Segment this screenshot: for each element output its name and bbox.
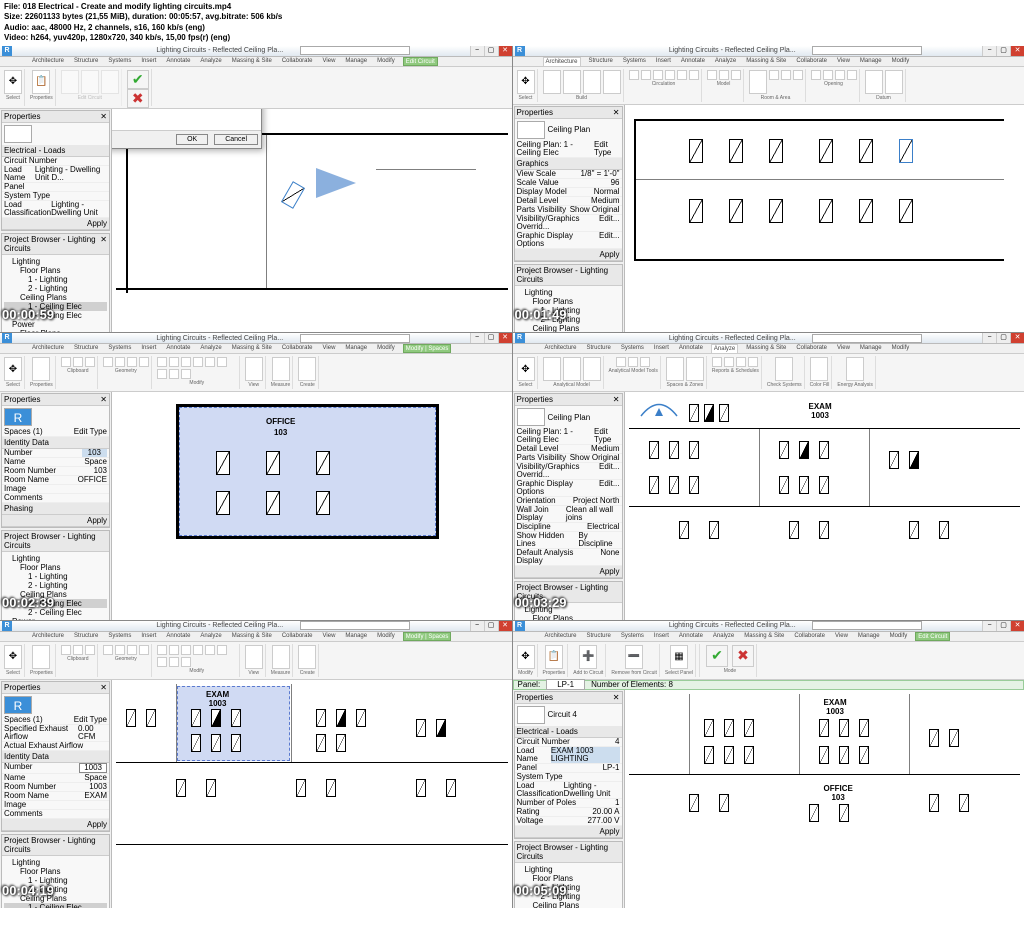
frame-5: RLighting Circuits - Reflected Ceiling P…: [0, 621, 512, 908]
properties-icon[interactable]: 📋: [32, 70, 50, 94]
panel-dropdown[interactable]: LP-1: [546, 679, 585, 690]
add-to-circuit-icon[interactable]: ➕: [579, 645, 597, 669]
doc-title: Lighting Circuits - Reflected Ceiling Pl…: [140, 47, 300, 54]
left-palette: Properties✕ Electrical - Loads Circuit N…: [0, 109, 112, 333]
video-line: Video: h264, yuv420p, 1280x720, 340 kb/s…: [4, 33, 1020, 43]
finish-editing-icon[interactable]: ✔: [706, 645, 728, 667]
modify-icon[interactable]: ✥: [517, 645, 535, 669]
timestamp: 00:00:59: [2, 307, 54, 322]
ok-button[interactable]: OK: [176, 134, 208, 145]
size-line: Size: 22601133 bytes (21,55 MiB), durati…: [4, 12, 1020, 22]
titlebar: R Lighting Circuits - Reflected Ceiling …: [0, 46, 512, 57]
frame-6: RLighting Circuits - Reflected Ceiling P…: [513, 621, 1024, 908]
remove-from-circuit-icon[interactable]: ➖: [625, 645, 643, 669]
app-logo: R: [2, 46, 12, 56]
frame-3: RLighting Circuits - Reflected Ceiling P…: [0, 333, 512, 620]
type-preview: [4, 125, 32, 143]
cancel-button[interactable]: Cancel: [214, 134, 258, 145]
close-button[interactable]: ✕: [498, 46, 512, 56]
frame-1: R Lighting Circuits - Reflected Ceiling …: [0, 46, 512, 333]
audio-line: Audio: aac, 48000 Hz, 2 channels, s16, 1…: [4, 23, 1020, 33]
select-connector-dialog: Select Connector: Emergency Recessed Lig…: [112, 109, 262, 149]
media-info-header: File: 018 Electrical - Create and modify…: [0, 0, 1024, 46]
max-button[interactable]: ▢: [484, 46, 498, 56]
thumbnail-grid: R Lighting Circuits - Reflected Ceiling …: [0, 46, 1024, 908]
modify-icon[interactable]: ✥: [4, 70, 22, 94]
properties-icon[interactable]: 📋: [545, 645, 563, 669]
edit-circuit-tab[interactable]: Edit Circuit: [403, 57, 438, 66]
file-line: File: 018 Electrical - Create and modify…: [4, 2, 1020, 12]
properties-panel: Properties✕ Electrical - Loads Circuit N…: [1, 110, 110, 231]
min-button[interactable]: −: [470, 46, 484, 56]
options-bar: Panel: LP-1 Number of Elements: 8: [513, 680, 1024, 690]
frame-4: RLighting Circuits - Reflected Ceiling P…: [513, 333, 1024, 620]
search-box[interactable]: [300, 46, 410, 55]
finish-icon[interactable]: ✔: [127, 70, 149, 89]
select-panel-icon[interactable]: ▦: [670, 645, 688, 669]
frame-2: RLighting Circuits - Reflected Ceiling P…: [513, 46, 1024, 333]
ribbon: ✥Select 📋Properties Edit Circuit ✔✖Mode: [0, 67, 512, 109]
menu-tabs: ArchitectureStructureSystemsInsertAnnota…: [0, 57, 512, 67]
apply-button[interactable]: Apply: [87, 219, 107, 228]
revit-r-icon: R: [4, 408, 32, 426]
cancel-icon[interactable]: ✖: [127, 89, 149, 108]
cancel-editing-icon[interactable]: ✖: [732, 645, 754, 667]
drawing-canvas[interactable]: Select Connector: Emergency Recessed Lig…: [112, 109, 512, 333]
